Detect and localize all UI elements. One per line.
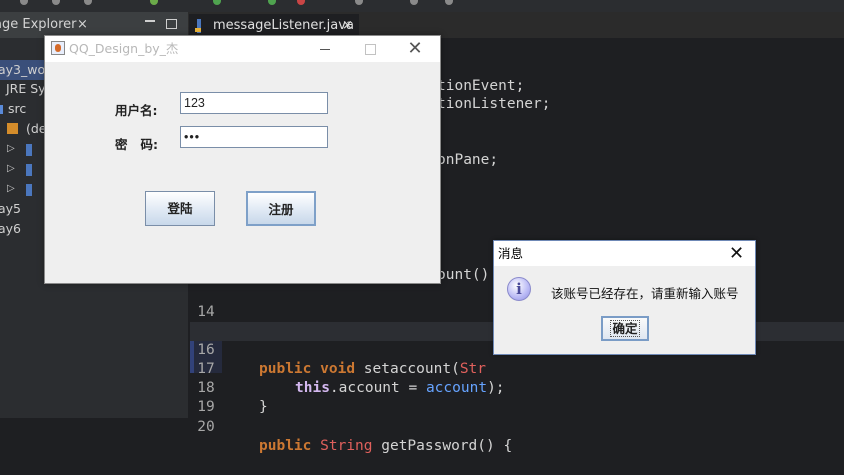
code-line: 20 public String getPassword() { [190, 399, 512, 454]
code-text: onPane; [437, 152, 499, 168]
maximize-button[interactable] [350, 36, 390, 62]
tree-item-project[interactable]: ay3_wor [0, 60, 51, 80]
confirm-button-label: 确定 [610, 320, 640, 337]
tree-item-label: src [8, 101, 27, 116]
package-icon [7, 123, 18, 134]
message-dialog: 消息 ✕ i 该账号已经存在，请重新输入账号 确定 [493, 240, 756, 355]
message-dialog-titlebar[interactable]: 消息 ✕ [494, 241, 755, 266]
toolbar-icon[interactable] [52, 0, 60, 5]
minimize-icon [320, 49, 330, 50]
code-text: } [259, 399, 268, 415]
expand-arrow-icon[interactable]: ▷ [7, 159, 15, 179]
java-class-icon [26, 144, 32, 156]
close-button[interactable]: ✕ [395, 36, 435, 62]
expand-arrow-icon[interactable]: ▷ [7, 179, 15, 199]
maximize-icon [364, 44, 376, 55]
register-button[interactable]: 注册 [246, 191, 316, 226]
toolbar-icon[interactable] [445, 0, 453, 5]
maximize-icon[interactable] [166, 19, 177, 29]
close-button[interactable]: ✕ [729, 241, 744, 266]
dialog-message: 该账号已经存在，请重新输入账号 [551, 286, 739, 301]
line-number: 20 [197, 419, 215, 435]
username-label: 用户名: [115, 103, 158, 118]
info-icon: i [507, 277, 531, 301]
java-class-icon [26, 164, 32, 176]
tree-item-label: ay6 [0, 221, 22, 236]
code-line: 19 [190, 379, 225, 415]
debug-icon[interactable] [213, 0, 221, 5]
java-file-icon [195, 19, 201, 33]
ide-toolbar [0, 0, 844, 12]
tree-item-label: ay5 [0, 201, 22, 216]
code-text: ount() [437, 267, 490, 283]
password-field[interactable]: ••• [180, 126, 328, 148]
code-line: 18 } [190, 360, 267, 415]
username-field[interactable]: 123 [180, 92, 328, 114]
login-window: QQ_Design_by_杰 ✕ 用户名: 123 密 码: ••• 登陆 注册 [44, 35, 441, 284]
expand-arrow-icon[interactable]: ▷ [7, 139, 15, 159]
minimize-icon[interactable] [145, 20, 155, 26]
toolbar-icon[interactable] [410, 0, 418, 5]
toolbar-icon[interactable] [268, 0, 276, 5]
code-text: tionListener; [437, 96, 551, 112]
toolbar-icon[interactable] [20, 0, 28, 5]
password-label: 密 码: [115, 137, 159, 152]
code-line: 14 } [190, 284, 267, 339]
java-app-icon [51, 41, 65, 55]
stop-icon[interactable] [297, 0, 305, 5]
tree-item-label: JRE Sy [6, 81, 46, 96]
code-line: 17 this.account = account); [190, 341, 504, 396]
folder-icon [0, 105, 3, 114]
login-button[interactable]: 登陆 [145, 191, 215, 226]
code-text: public void setaccount(Str [259, 361, 487, 377]
run-icon[interactable] [150, 0, 158, 5]
code-text: public String getPassword() { [259, 438, 513, 454]
code-text: this.account = account); [295, 380, 505, 396]
toolbar-icon[interactable] [84, 0, 92, 5]
confirm-button[interactable]: 确定 [601, 316, 649, 341]
toolbar-icon[interactable] [355, 0, 363, 5]
code-line: 15 [190, 304, 225, 340]
minimize-button[interactable] [305, 36, 345, 62]
login-window-titlebar[interactable]: QQ_Design_by_杰 ✕ [45, 36, 440, 62]
window-title: QQ_Design_by_杰 [69, 41, 179, 56]
code-text: tionEvent; [437, 78, 525, 94]
java-class-icon [26, 184, 32, 196]
dialog-title: 消息 [498, 246, 524, 261]
tree-item-label: ay3_wor [0, 62, 51, 77]
